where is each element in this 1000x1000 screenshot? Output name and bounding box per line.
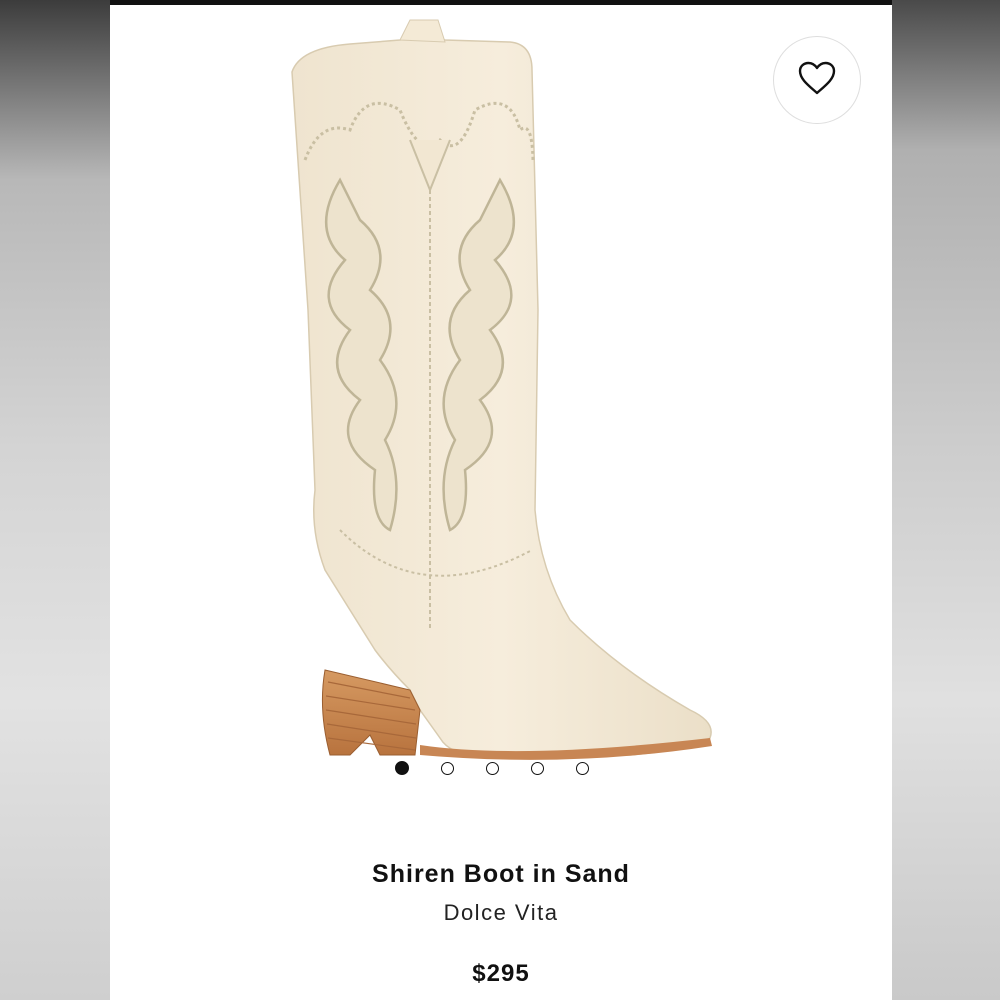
gallery-dot-4[interactable] [531,761,544,775]
product-brand[interactable]: Dolce Vita [110,900,892,926]
product-card: Shiren Boot in Sand Dolce Vita $295 [110,0,892,1000]
background-blur-right [892,0,1000,1000]
product-title: Shiren Boot in Sand [372,860,630,888]
gallery-dot-5[interactable] [576,761,589,775]
heart-icon [798,61,836,100]
gallery-dot-1[interactable] [395,761,409,775]
top-edge-bar [110,0,892,5]
gallery-pagination [395,761,589,775]
background-blur-left [0,0,110,1000]
gallery-dot-3[interactable] [486,761,499,775]
boot-illustration [291,19,712,760]
favorite-button[interactable] [773,36,861,124]
gallery-dot-2[interactable] [441,761,454,775]
product-image[interactable] [270,10,720,770]
product-price: $295 [472,960,530,987]
